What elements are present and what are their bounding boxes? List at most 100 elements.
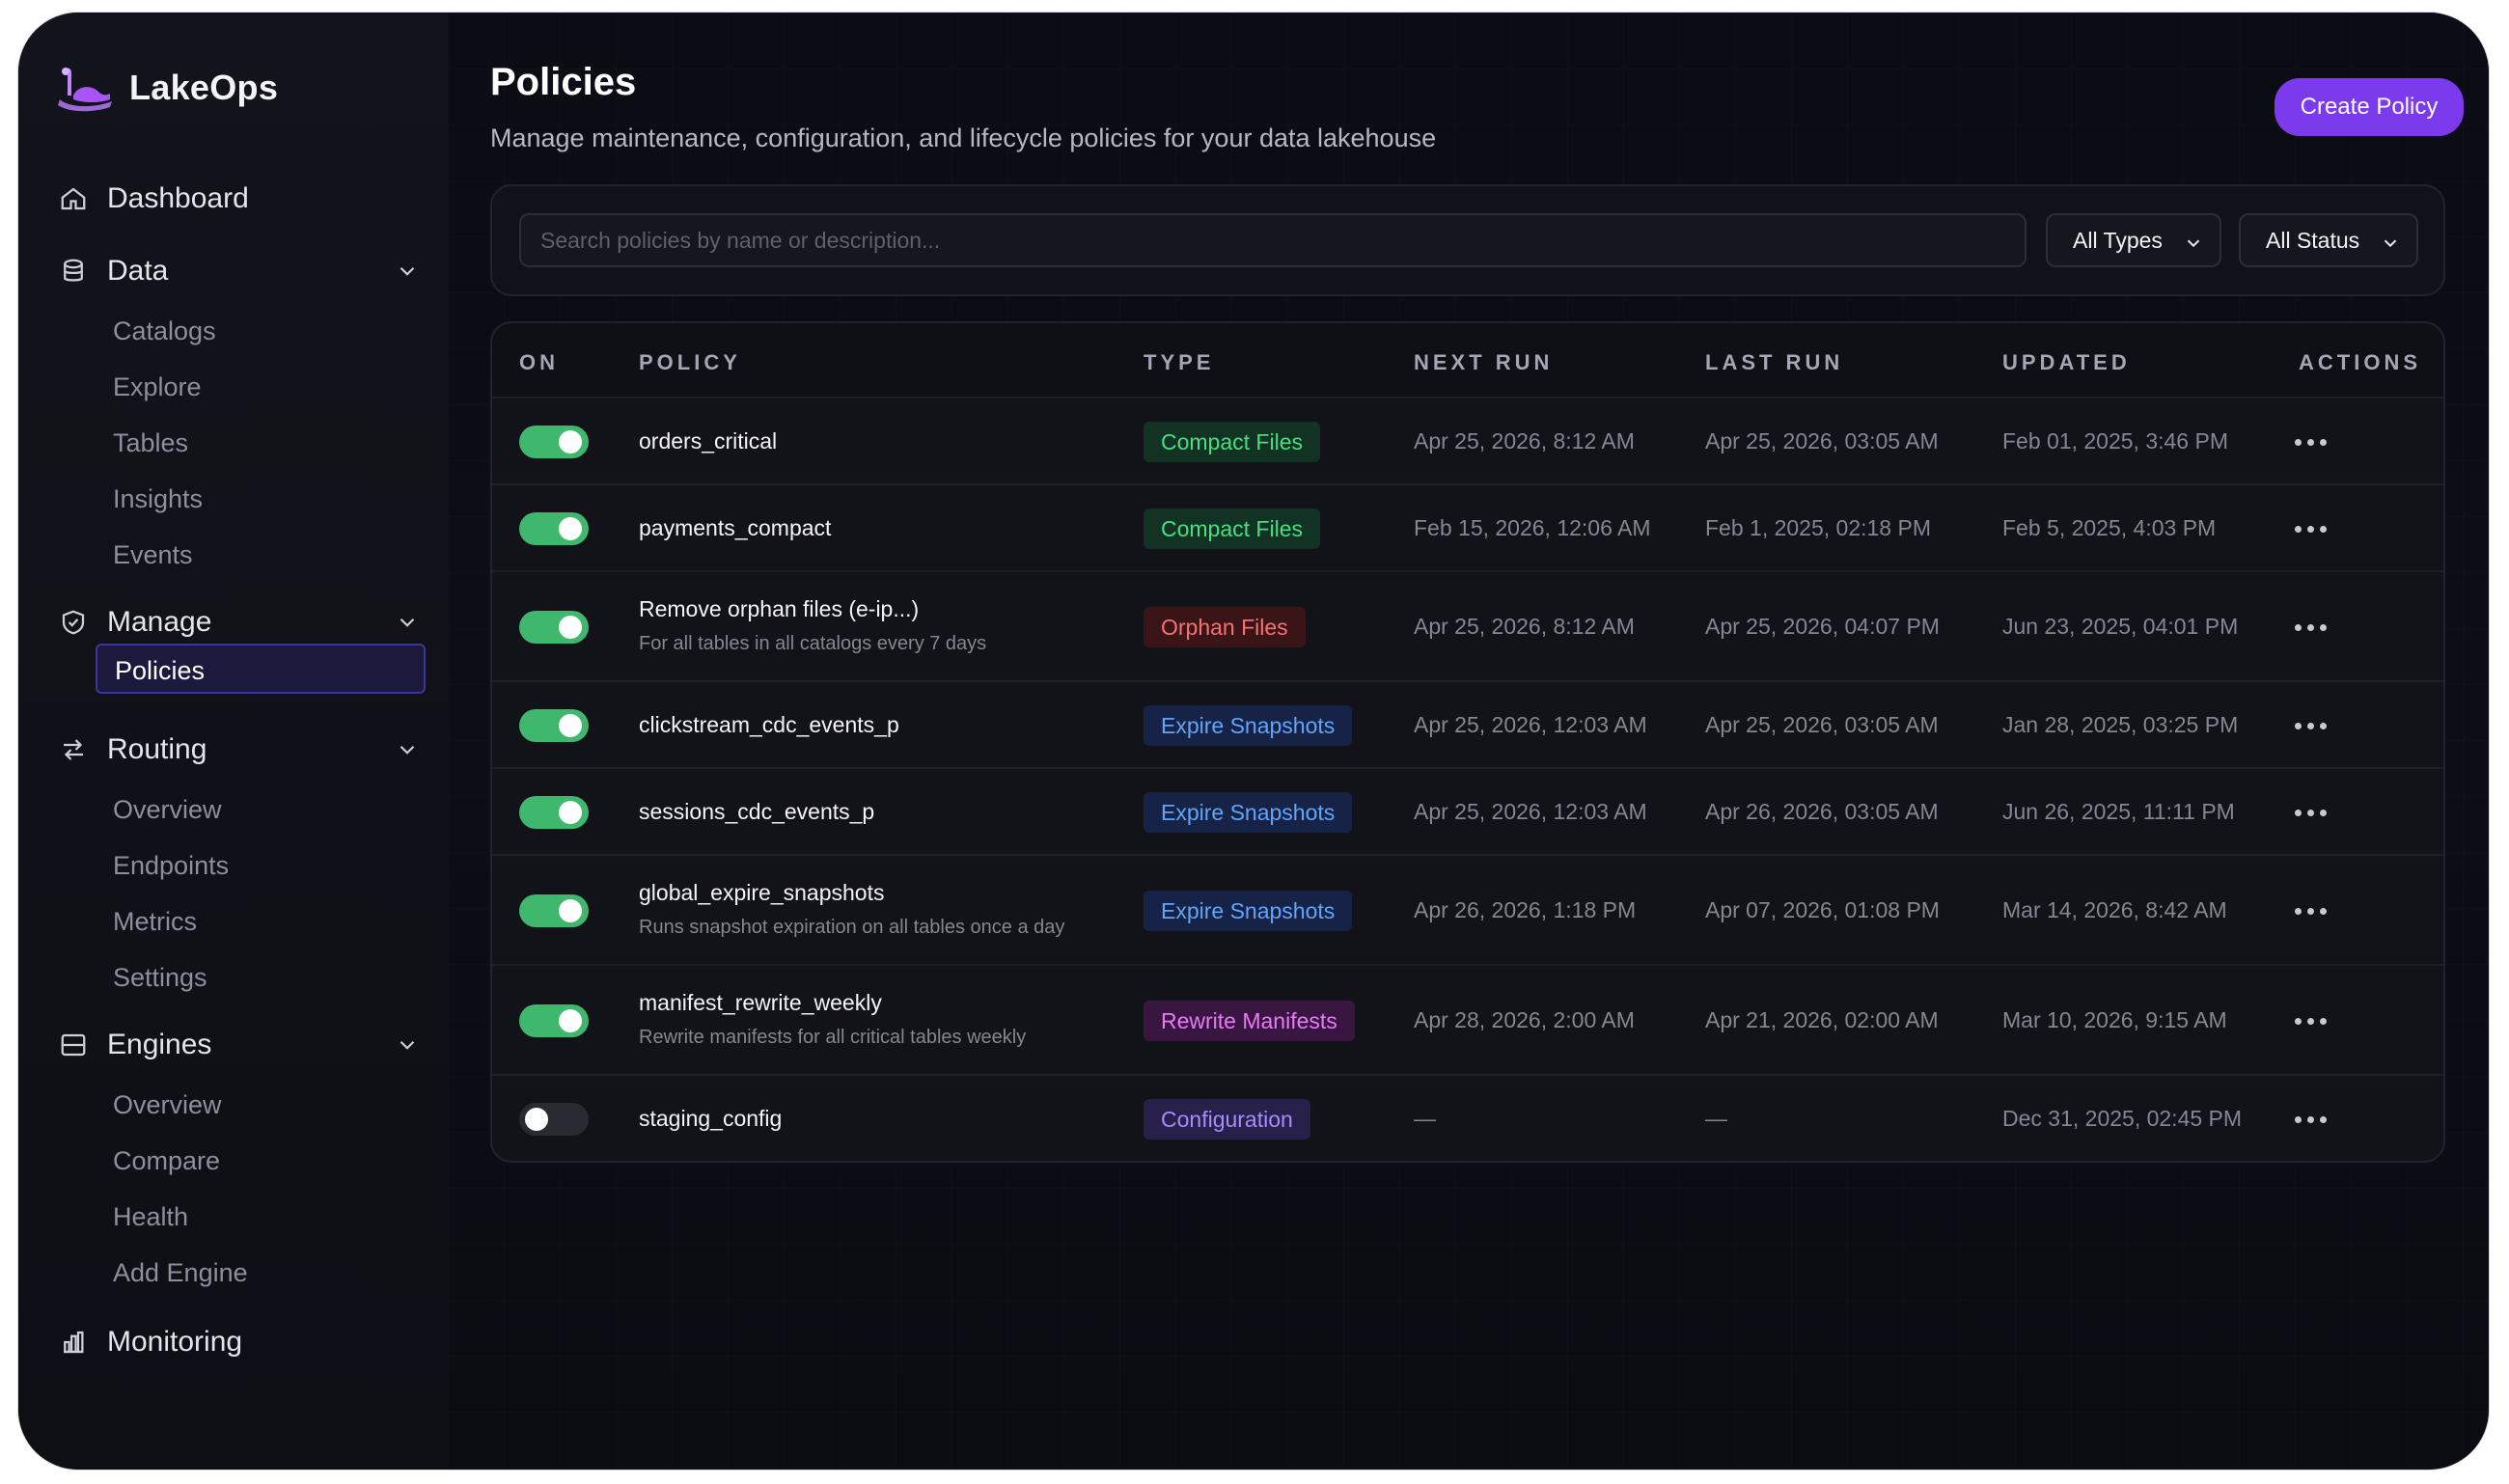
- updated-cell: Jun 26, 2025, 11:11 PM: [2002, 799, 2235, 824]
- next-run-cell: Apr 25, 2026, 12:03 AM: [1414, 712, 1647, 737]
- policy-name[interactable]: Remove orphan files (e-ip...): [639, 596, 919, 622]
- column-header-policy[interactable]: POLICY: [639, 350, 741, 375]
- column-header-last-run[interactable]: LAST RUN: [1705, 350, 1843, 375]
- logo[interactable]: LakeOps: [54, 59, 278, 117]
- sidebar-item-catalogs[interactable]: Catalogs: [113, 308, 216, 354]
- more-actions-icon[interactable]: [2295, 803, 2333, 822]
- policy-enabled-toggle[interactable]: [519, 796, 589, 829]
- sidebar-item-explore[interactable]: Explore: [113, 364, 202, 410]
- sidebar-item-compare[interactable]: Compare: [113, 1138, 220, 1184]
- shield-check-icon: [57, 606, 90, 639]
- table-row[interactable]: clickstream_cdc_events_p Expire Snapshots…: [492, 680, 2443, 769]
- policy-enabled-toggle[interactable]: [519, 611, 589, 644]
- column-header-updated[interactable]: UPDATED: [2002, 350, 2131, 375]
- server-icon: [57, 1029, 90, 1061]
- dot: [2307, 1116, 2314, 1123]
- toggle-knob: [559, 801, 582, 824]
- policy-name[interactable]: orders_critical: [639, 428, 777, 454]
- lakeops-logo-icon: [58, 68, 112, 112]
- last-run-cell: Apr 25, 2026, 03:05 AM: [1705, 428, 1939, 453]
- policy-enabled-toggle[interactable]: [519, 894, 589, 927]
- policy-name[interactable]: manifest_rewrite_weekly: [639, 990, 882, 1016]
- policy-type-badge: Rewrite Manifests: [1144, 1001, 1355, 1041]
- sidebar-item-settings[interactable]: Settings: [113, 954, 207, 1001]
- toggle-knob: [559, 616, 582, 639]
- policy-enabled-toggle[interactable]: [519, 1004, 589, 1037]
- policy-name[interactable]: staging_config: [639, 1106, 782, 1132]
- dot: [2295, 439, 2302, 446]
- nav-engines[interactable]: Engines: [57, 1016, 424, 1074]
- table-row[interactable]: orders_critical Compact Files Apr 25, 2026…: [492, 397, 2443, 485]
- chevron-down-icon: [400, 266, 415, 276]
- sidebar-item-health[interactable]: Health: [113, 1194, 188, 1240]
- sidebar-item-add-engine[interactable]: Add Engine: [113, 1250, 248, 1296]
- sidebar-item-policies[interactable]: Policies: [96, 644, 426, 694]
- dot: [2320, 624, 2327, 631]
- policy-enabled-toggle[interactable]: [519, 1103, 589, 1136]
- updated-cell: Mar 10, 2026, 9:15 AM: [2002, 1007, 2227, 1032]
- create-policy-button[interactable]: Create Policy: [2275, 78, 2464, 136]
- policy-enabled-toggle[interactable]: [519, 709, 589, 742]
- last-run-cell: Apr 25, 2026, 04:07 PM: [1705, 614, 1940, 639]
- sidebar-item-engines-overview[interactable]: Overview: [113, 1082, 222, 1128]
- policies-table: ON POLICY TYPE NEXT RUN LAST RUN UPDATED…: [490, 321, 2445, 1163]
- sidebar-item-events[interactable]: Events: [113, 532, 193, 578]
- chevron-down-icon: [400, 745, 415, 755]
- next-run-cell: Apr 28, 2026, 2:00 AM: [1414, 1007, 1635, 1032]
- policy-name[interactable]: clickstream_cdc_events_p: [639, 712, 899, 738]
- policy-type-badge: Expire Snapshots: [1144, 705, 1353, 746]
- more-actions-icon[interactable]: [2295, 901, 2333, 921]
- chevron-down-icon: [400, 618, 415, 627]
- nav-engines-label: Engines: [107, 1029, 212, 1060]
- policy-name[interactable]: global_expire_snapshots: [639, 880, 884, 906]
- status-filter-select[interactable]: All Status: [2239, 213, 2418, 267]
- column-header-next-run[interactable]: NEXT RUN: [1414, 350, 1553, 375]
- column-header-type[interactable]: TYPE: [1144, 350, 1214, 375]
- nav-data[interactable]: Data: [57, 242, 424, 300]
- next-run-cell: —: [1414, 1106, 1436, 1131]
- table-row[interactable]: payments_compact Compact Files Feb 15, 202…: [492, 483, 2443, 572]
- nav-routing[interactable]: Routing: [57, 721, 424, 779]
- type-filter-select[interactable]: All Types: [2046, 213, 2221, 267]
- policy-type-badge: Compact Files: [1144, 422, 1320, 462]
- policy-name[interactable]: sessions_cdc_events_p: [639, 799, 874, 825]
- arrows-exchange-icon: [57, 733, 90, 766]
- nav-monitoring[interactable]: Monitoring: [57, 1313, 424, 1371]
- next-run-cell: Apr 25, 2026, 12:03 AM: [1414, 799, 1647, 824]
- table-row[interactable]: manifest_rewrite_weekly Rewrite manifests…: [492, 964, 2443, 1076]
- main-content: Policies Manage maintenance, configurati…: [448, 13, 2489, 1470]
- more-actions-icon[interactable]: [2295, 618, 2333, 637]
- updated-cell: Jun 23, 2025, 04:01 PM: [2002, 614, 2239, 639]
- nav-manage[interactable]: Manage: [57, 593, 424, 651]
- nav-dashboard[interactable]: Dashboard: [57, 170, 424, 228]
- more-actions-icon[interactable]: [2295, 1110, 2333, 1129]
- policy-enabled-toggle[interactable]: [519, 512, 589, 545]
- table-row[interactable]: sessions_cdc_events_p Expire Snapshots Apr…: [492, 767, 2443, 856]
- toggle-knob: [559, 714, 582, 737]
- sidebar-item-routing-overview[interactable]: Overview: [113, 786, 222, 833]
- dot: [2307, 526, 2314, 533]
- more-actions-icon[interactable]: [2295, 1011, 2333, 1031]
- table-row[interactable]: Remove orphan files (e-ip...) For all tab…: [492, 570, 2443, 682]
- policy-type-badge: Orphan Files: [1144, 607, 1306, 647]
- table-row[interactable]: global_expire_snapshots Runs snapshot exp…: [492, 854, 2443, 966]
- sidebar-item-tables[interactable]: Tables: [113, 420, 188, 466]
- dot: [2307, 908, 2314, 915]
- dot: [2307, 439, 2314, 446]
- dot: [2320, 439, 2327, 446]
- toggle-knob: [559, 899, 582, 922]
- policy-type-badge: Expire Snapshots: [1144, 891, 1353, 931]
- bar-chart-icon: [57, 1326, 90, 1359]
- toggle-knob: [559, 1009, 582, 1032]
- chevron-down-icon: [2384, 239, 2397, 248]
- sidebar-item-insights[interactable]: Insights: [113, 476, 203, 522]
- sidebar-item-endpoints[interactable]: Endpoints: [113, 842, 229, 889]
- sidebar-item-metrics[interactable]: Metrics: [113, 898, 197, 945]
- more-actions-icon[interactable]: [2295, 716, 2333, 735]
- more-actions-icon[interactable]: [2295, 432, 2333, 452]
- table-row[interactable]: staging_config Configuration — — Dec 31, 202…: [492, 1074, 2443, 1161]
- policy-enabled-toggle[interactable]: [519, 426, 589, 458]
- more-actions-icon[interactable]: [2295, 519, 2333, 538]
- search-input[interactable]: Search policies by name or description..…: [519, 213, 2026, 267]
- policy-name[interactable]: payments_compact: [639, 515, 831, 541]
